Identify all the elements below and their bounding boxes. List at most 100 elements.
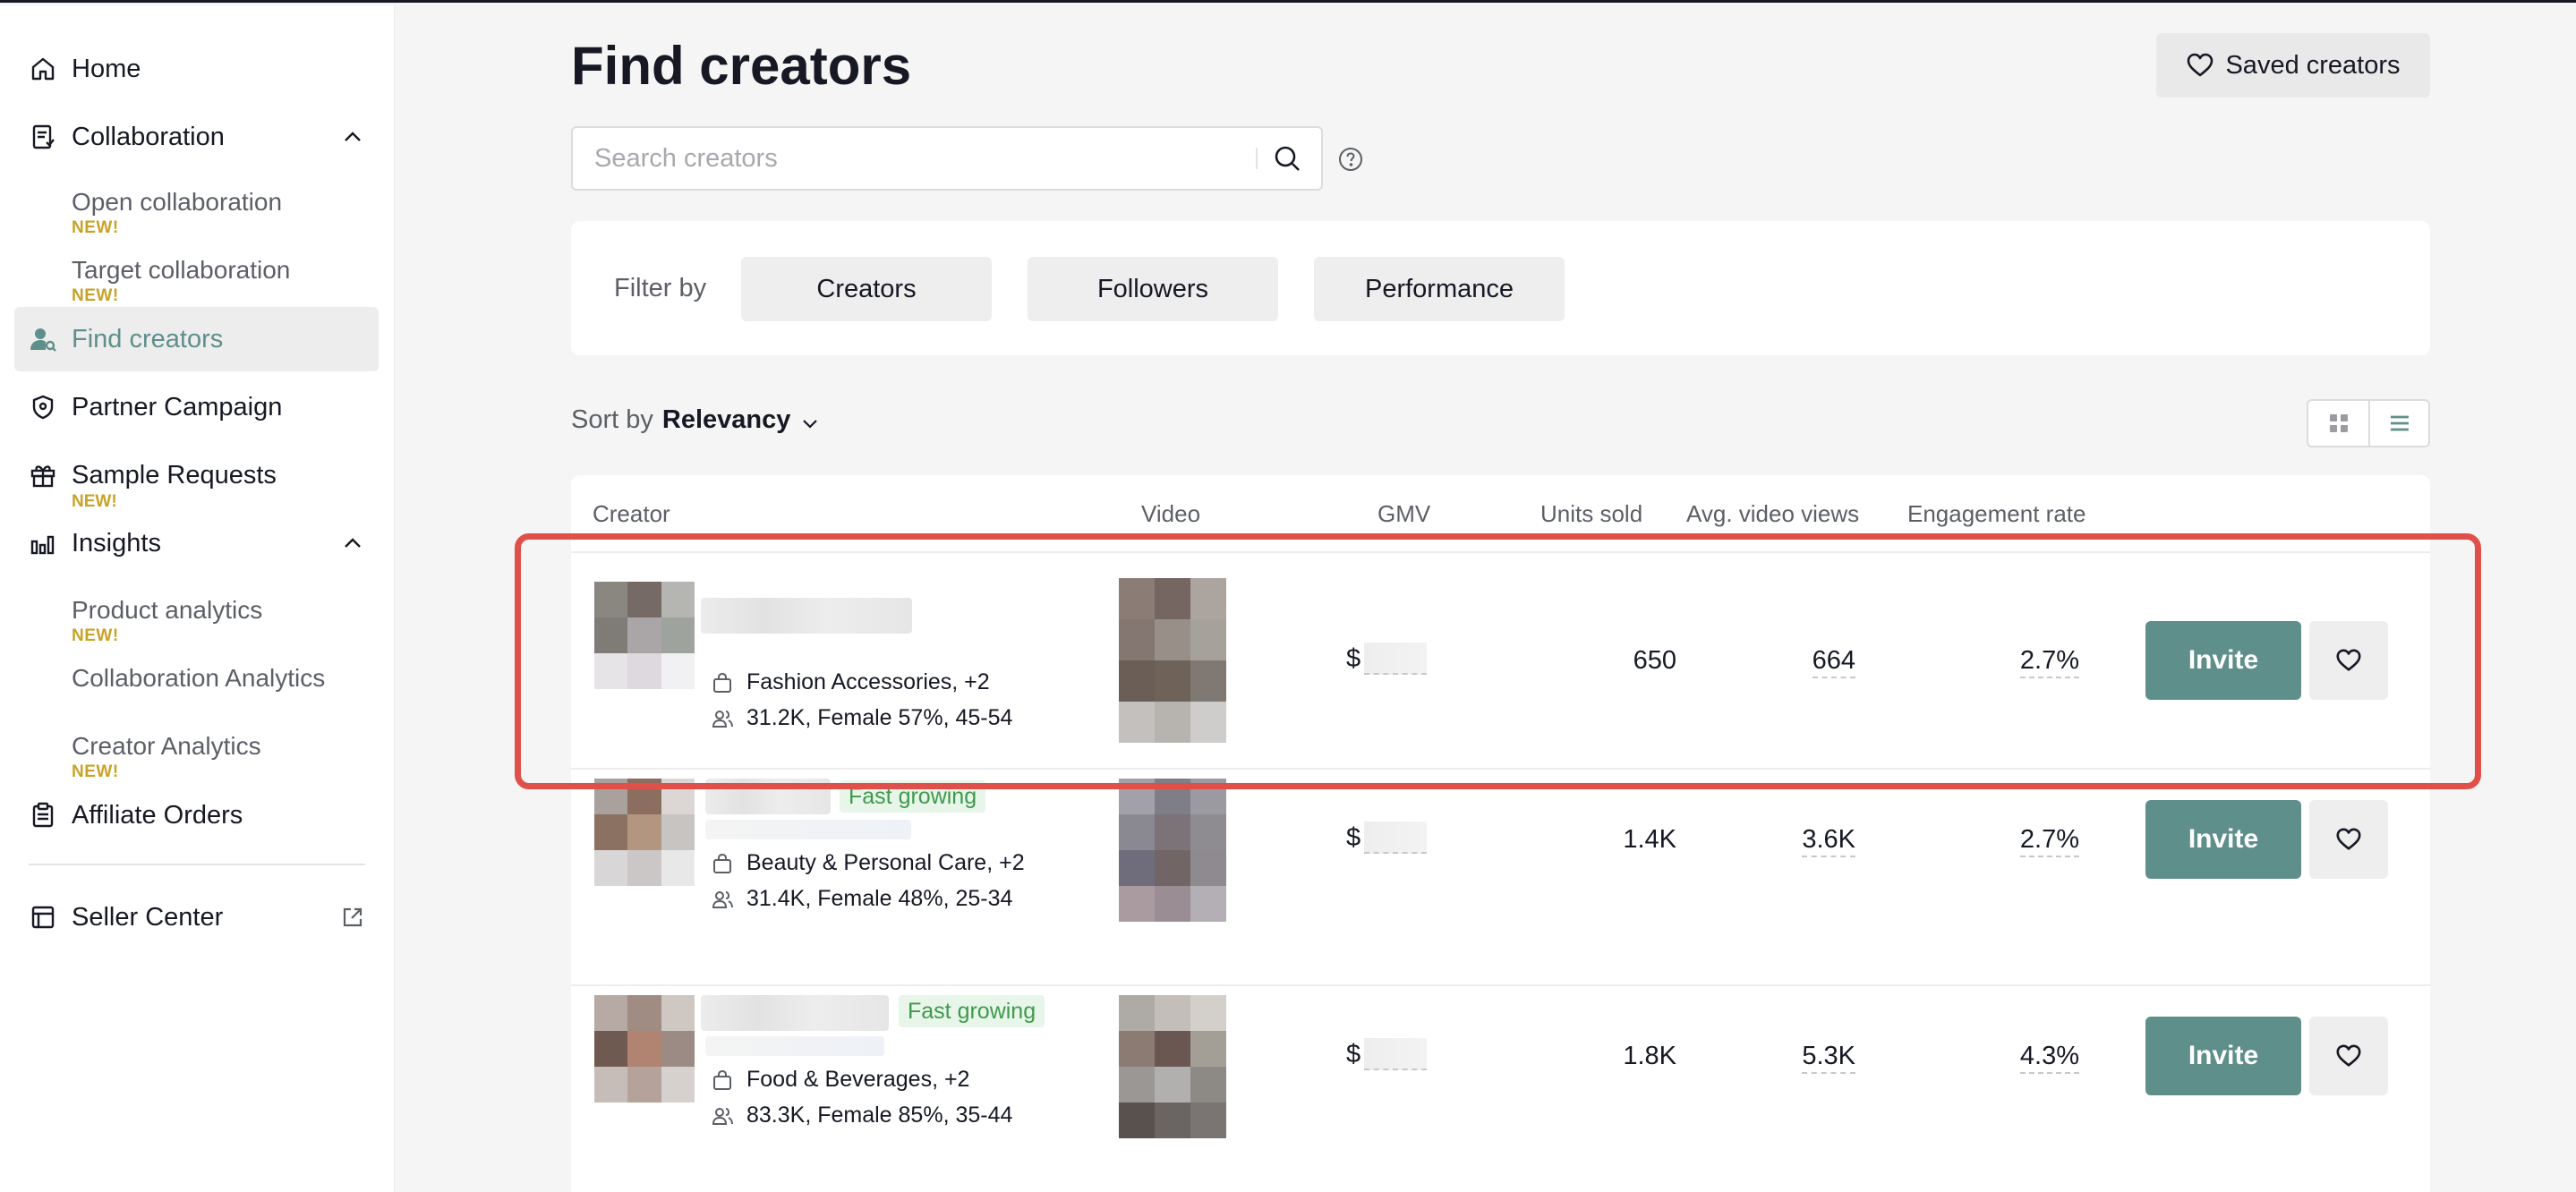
filter-followers-button[interactable]: Followers bbox=[1028, 257, 1278, 321]
heart-icon bbox=[2188, 53, 2213, 77]
gmv-value: $ bbox=[1346, 1038, 1428, 1070]
document-icon bbox=[32, 124, 55, 149]
engagement-rate[interactable]: 2.7% bbox=[1932, 825, 2079, 857]
list-icon bbox=[2390, 415, 2409, 431]
chevron-up-icon[interactable] bbox=[341, 532, 364, 555]
gmv-blurred bbox=[1364, 822, 1428, 854]
sidebar-item-collaboration-analytics[interactable]: Collaboration Analytics bbox=[72, 664, 379, 693]
sidebar-item-collaboration[interactable]: Collaboration bbox=[14, 105, 379, 169]
gmv-prefix: $ bbox=[1346, 1039, 1361, 1069]
gmv-value: $ bbox=[1346, 822, 1428, 854]
help-icon[interactable] bbox=[1337, 146, 1364, 173]
creator-category: Fashion Accessories, +2 bbox=[711, 669, 990, 695]
chevron-up-icon[interactable] bbox=[341, 125, 364, 149]
favorite-button[interactable] bbox=[2309, 800, 2388, 879]
creator-handle-blurred bbox=[705, 1036, 884, 1056]
gmv-blurred bbox=[1364, 643, 1428, 675]
sort-dropdown[interactable]: Sort by Relevancy bbox=[571, 405, 821, 435]
grid-view-button[interactable] bbox=[2308, 401, 2368, 446]
units-sold: 650 bbox=[1633, 646, 1676, 675]
sidebar-item-label: Product analytics bbox=[72, 596, 263, 624]
creator-name-blurred[interactable] bbox=[701, 995, 889, 1031]
saved-creators-label: Saved creators bbox=[2225, 50, 2401, 80]
video-thumbnail[interactable] bbox=[1119, 995, 1226, 1138]
search-input[interactable] bbox=[594, 128, 1239, 189]
invite-button[interactable]: Invite bbox=[2145, 1017, 2301, 1095]
shield-icon bbox=[32, 395, 54, 420]
sidebar-item-label: Creator Analytics bbox=[72, 732, 261, 760]
creator-category-text: Beauty & Personal Care, +2 bbox=[746, 850, 1025, 875]
favorite-button[interactable] bbox=[2309, 1017, 2388, 1095]
creator-avatar[interactable] bbox=[594, 582, 695, 689]
sidebar-item-home[interactable]: Home bbox=[14, 37, 379, 101]
list-view-button[interactable] bbox=[2368, 401, 2428, 446]
creator-audience-text: 31.4K, Female 48%, 25-34 bbox=[746, 886, 1013, 911]
sidebar-item-affiliate-orders[interactable]: Affiliate Orders bbox=[14, 783, 379, 847]
users-icon bbox=[712, 1107, 733, 1125]
new-badge: NEW! bbox=[72, 762, 119, 781]
sidebar-item-seller-center[interactable]: Seller Center bbox=[14, 885, 379, 949]
user-search-icon bbox=[30, 328, 56, 352]
view-toggle bbox=[2307, 399, 2430, 447]
creator-handle-blurred bbox=[705, 820, 911, 839]
gmv-prefix: $ bbox=[1346, 822, 1361, 852]
saved-creators-button[interactable]: Saved creators bbox=[2156, 33, 2430, 98]
filter-performance-button[interactable]: Performance bbox=[1314, 257, 1565, 321]
avg-video-views-text: 3.6K bbox=[1802, 825, 1855, 857]
sidebar-item-label: Collaboration Analytics bbox=[72, 664, 326, 692]
clipboard-icon bbox=[32, 802, 54, 828]
creator-category-text: Food & Beverages, +2 bbox=[746, 1067, 970, 1092]
sort-label: Sort by bbox=[571, 405, 653, 434]
users-icon bbox=[712, 890, 733, 908]
sidebar-divider bbox=[29, 864, 365, 865]
new-badge: NEW! bbox=[72, 286, 119, 305]
sidebar-item-open-collaboration[interactable]: Open collaboration NEW! bbox=[72, 188, 379, 238]
sidebar-item-target-collaboration[interactable]: Target collaboration NEW! bbox=[72, 256, 379, 306]
external-link-icon[interactable] bbox=[341, 906, 364, 929]
avg-video-views-text: 664 bbox=[1812, 646, 1855, 678]
avg-video-views[interactable]: 5.3K bbox=[1735, 1042, 1855, 1074]
column-header-gmv: GMV bbox=[1378, 500, 1431, 527]
sidebar-item-creator-analytics[interactable]: Creator Analytics NEW! bbox=[72, 732, 379, 782]
invite-button[interactable]: Invite bbox=[2145, 621, 2301, 700]
new-badge: NEW! bbox=[72, 218, 119, 237]
search-icon[interactable] bbox=[1271, 142, 1303, 175]
invite-button[interactable]: Invite bbox=[2145, 800, 2301, 879]
creator-avatar[interactable] bbox=[594, 995, 695, 1103]
table-row[interactable]: Fashion Accessories, +2 31.2K, Female 57… bbox=[571, 551, 2430, 768]
sidebar-item-label: Open collaboration bbox=[72, 188, 283, 216]
creator-audience: 83.3K, Female 85%, 35-44 bbox=[711, 1103, 1012, 1128]
sidebar-item-find-creators[interactable]: Find creators bbox=[14, 307, 379, 371]
sidebar-item-label: Insights bbox=[72, 528, 161, 558]
avg-video-views-text: 5.3K bbox=[1802, 1042, 1855, 1074]
gmv-prefix: $ bbox=[1346, 643, 1361, 673]
table-row[interactable]: Fast growing Food & Beverages, +2 83.3K,… bbox=[571, 984, 2430, 1192]
sidebar-item-insights[interactable]: Insights bbox=[14, 511, 379, 575]
engagement-rate[interactable]: 2.7% bbox=[1932, 646, 2079, 678]
users-icon bbox=[712, 710, 733, 728]
sidebar-item-label: Partner Campaign bbox=[72, 392, 283, 421]
engagement-rate[interactable]: 4.3% bbox=[1932, 1042, 2079, 1074]
gmv-value: $ bbox=[1346, 643, 1428, 675]
creator-name-blurred[interactable] bbox=[705, 779, 831, 814]
creator-avatar[interactable] bbox=[594, 779, 695, 886]
avg-video-views[interactable]: 3.6K bbox=[1735, 825, 1855, 857]
sidebar-item-label: Find creators bbox=[72, 324, 224, 353]
sidebar-item-label: Target collaboration bbox=[72, 256, 291, 284]
video-thumbnail[interactable] bbox=[1119, 779, 1226, 922]
units-sold: 1.8K bbox=[1623, 1042, 1676, 1070]
filter-creators-button[interactable]: Creators bbox=[741, 257, 992, 321]
heart-icon bbox=[2336, 649, 2361, 671]
creator-name-blurred[interactable] bbox=[701, 598, 912, 634]
sidebar-item-product-analytics[interactable]: Product analytics NEW! bbox=[72, 596, 379, 646]
sidebar-item-partner-campaign[interactable]: Partner Campaign bbox=[14, 375, 379, 439]
video-thumbnail[interactable] bbox=[1119, 578, 1226, 743]
fast-growing-tag: Fast growing bbox=[899, 995, 1045, 1027]
avg-video-views[interactable]: 664 bbox=[1735, 646, 1855, 678]
sidebar-item-label: Affiliate Orders bbox=[72, 800, 243, 830]
table-row[interactable]: Fast growing Beauty & Personal Care, +2 … bbox=[571, 768, 2430, 984]
creator-audience-text: 31.2K, Female 57%, 45-54 bbox=[746, 705, 1013, 730]
creator-category: Food & Beverages, +2 bbox=[711, 1067, 969, 1093]
bar-chart-icon bbox=[30, 535, 55, 555]
favorite-button[interactable] bbox=[2309, 621, 2388, 700]
